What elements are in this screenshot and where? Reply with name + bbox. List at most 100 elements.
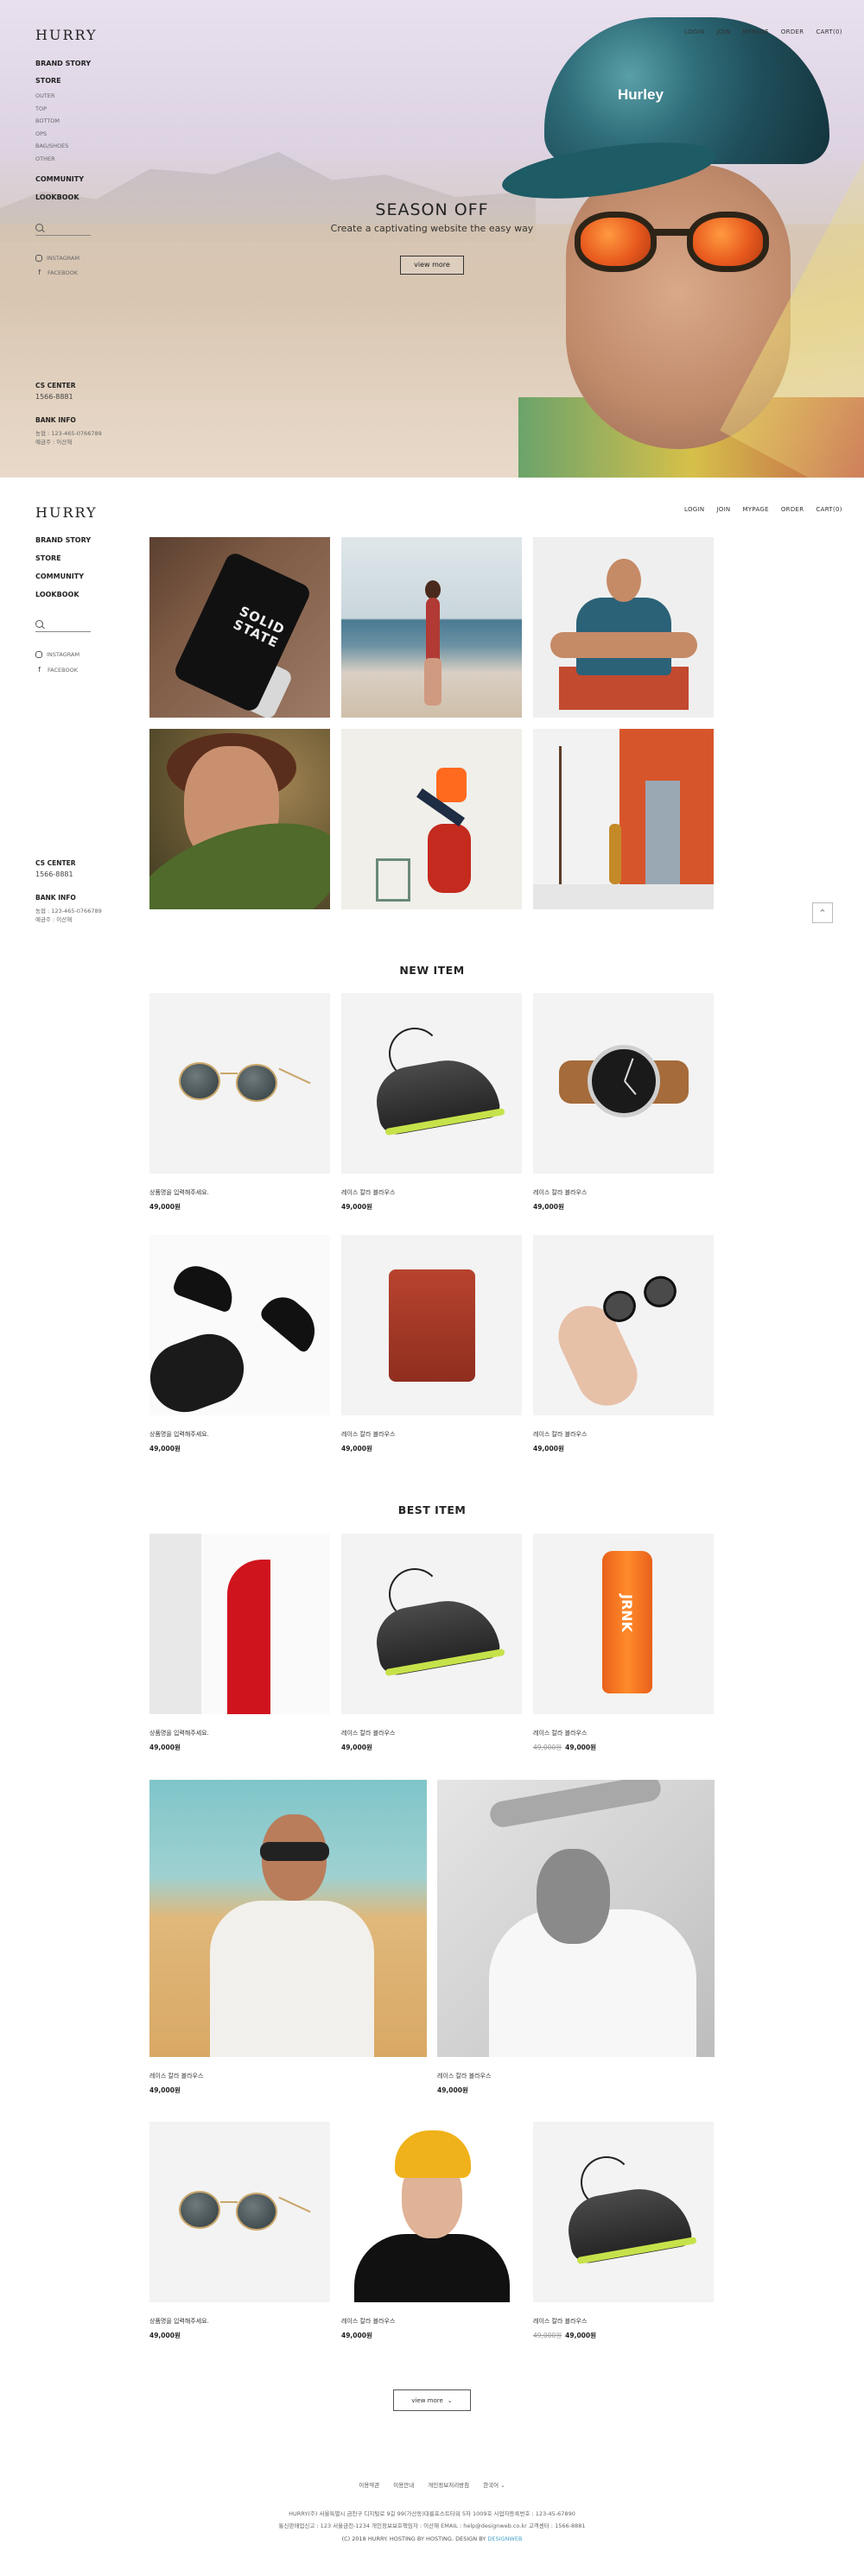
phone-text: SOLID STATE (231, 603, 288, 651)
product-card[interactable]: 레이스 칼라 블라우스 49,000원 (533, 993, 714, 1212)
footer-company-info-2: 통신판매업신고 : 123 서울금천-1234 개인정보보호책임자 : 이산해 … (278, 2522, 586, 2529)
product-image-red-shirt (149, 1534, 330, 1714)
product-price: 49,000원 (149, 1744, 181, 1751)
product-price: 49,000원 (533, 1445, 564, 1453)
facebook-link-2[interactable]: f FACEBOOK (35, 666, 78, 674)
sidebar-item-community[interactable]: COMMUNITY (35, 175, 84, 183)
product-card[interactable]: 레이스 칼라 블라우스 49,000원 49,000원 (533, 2122, 714, 2340)
sidebar-sub-other[interactable]: OTHER (35, 155, 55, 162)
sidebar-sub-top[interactable]: TOP (35, 105, 47, 112)
footer-language-select[interactable]: 한국어 ⌄ (483, 2482, 505, 2489)
glasses-temple (278, 1067, 311, 1085)
nav-order-2[interactable]: ORDER (781, 506, 804, 513)
hero-model: Hurley (484, 17, 864, 478)
nav-join-2[interactable]: JOIN (716, 506, 730, 513)
product-card-large[interactable]: 레이스 칼라 블라우스 49,000원 (437, 1780, 715, 2095)
nav-cart[interactable]: CART(0) (816, 28, 842, 35)
product-card-large[interactable]: 레이스 칼라 블라우스 49,000원 (149, 1780, 427, 2095)
sidebar-sub-ops[interactable]: OPS (35, 130, 47, 137)
logo[interactable]: HURRY (35, 27, 98, 43)
model-arm (487, 1780, 664, 1830)
watch-hand (624, 1058, 634, 1082)
nav-mypage-2[interactable]: MYPAGE (742, 506, 768, 513)
hero-title: SEASON OFF (375, 200, 489, 219)
model-legs (149, 1324, 254, 1415)
best-item-title: BEST ITEM (397, 1503, 467, 1516)
product-image-sneaker (341, 1534, 522, 1714)
yellow-beanie (395, 2130, 471, 2178)
product-price: 49,000원 (341, 1445, 372, 1453)
product-card[interactable]: 상품명을 입력해주세요. 49,000원 (149, 993, 330, 1212)
product-card[interactable]: 상품명을 입력해주세요. 49,000원 (149, 1534, 330, 1752)
nav-login-2[interactable]: LOGIN (684, 506, 704, 513)
sidebar2-item-community[interactable]: COMMUNITY (35, 573, 84, 580)
nav-mypage[interactable]: MYPAGE (742, 28, 768, 35)
sidebar-item-lookbook[interactable]: LOOKBOOK (35, 193, 79, 201)
sidebar2-item-lookbook[interactable]: LOOKBOOK (35, 591, 79, 598)
search-input[interactable] (35, 235, 91, 236)
product-card[interactable]: 레이스 칼라 블라우스 49,000원 (533, 1235, 714, 1453)
sidebar-sub-outer[interactable]: OUTER (35, 92, 54, 99)
product-name: 상품명을 입력해주세요. (149, 2318, 209, 2325)
product-name: 레이스 칼라 블라우스 (341, 1730, 396, 1737)
hero-view-more-button[interactable]: view more (400, 256, 464, 275)
sidebar-item-store[interactable]: STORE (35, 77, 61, 85)
product-card[interactable]: JRNK 레이스 칼라 블라우스 49,000원 49,000원 (533, 1534, 714, 1752)
logo-2[interactable]: HURRY (35, 504, 98, 521)
gallery-tile-street[interactable] (533, 729, 714, 909)
glasses-bridge (220, 2201, 238, 2203)
product-card[interactable]: 레이스 칼라 블라우스 49,000원 (341, 993, 522, 1212)
search-icon[interactable] (35, 224, 43, 231)
sunglass-lens-right (687, 212, 769, 272)
footer-link-privacy[interactable]: 개인정보처리방침 (428, 2482, 469, 2489)
product-image-juice: JRNK (533, 1534, 714, 1714)
bottle-label: JRNK (619, 1594, 635, 1633)
phone: SOLID STATE (172, 550, 313, 714)
instagram-link[interactable]: INSTAGRAM (35, 255, 79, 262)
instagram-link-2[interactable]: INSTAGRAM (35, 651, 79, 658)
product-name: 레이스 칼라 블라우스 (533, 1730, 588, 1737)
product-image-sunglasses (149, 993, 330, 1174)
sidebar-sub-bag-shoes[interactable]: BAG/SHOES (35, 142, 68, 149)
view-more-button[interactable]: view more ⌄ (393, 2389, 471, 2411)
nav-cart-2[interactable]: CART(0) (816, 506, 842, 513)
lens-left (179, 1062, 220, 1100)
product-price: 49,000원 (341, 1744, 372, 1751)
gallery-tile-woman-leaf[interactable] (149, 729, 330, 909)
sidebar2-item-store[interactable]: STORE (35, 554, 61, 562)
product-card[interactable]: 레이스 칼라 블라우스 49,000원 (341, 1235, 522, 1453)
product-price: 49,000원 (341, 2332, 372, 2339)
footer-link-guide[interactable]: 이용안내 (393, 2482, 414, 2489)
gallery-tile-beach[interactable] (341, 537, 522, 718)
door (645, 781, 680, 884)
sidebar-item-brand-story[interactable]: BRAND STORY (35, 60, 91, 67)
watch-face (588, 1045, 660, 1117)
product-card[interactable]: 레이스 칼라 블라우스 49,000원 (341, 1534, 522, 1752)
gallery-tile-suitcase[interactable] (341, 729, 522, 909)
product-price: 49,000원 (437, 2086, 468, 2094)
gallery-tile-man-chair[interactable] (533, 537, 714, 718)
sidebar2-item-brand-story[interactable]: BRAND STORY (35, 536, 91, 544)
sidebar-sub-bottom[interactable]: BOTTOM (35, 117, 60, 124)
designer-link[interactable]: DESIGNWEB (487, 2535, 522, 2542)
walking-model (609, 824, 621, 884)
product-card[interactable]: 레이스 칼라 블라우스 49,000원 (341, 2122, 522, 2340)
nav-join[interactable]: JOIN (716, 28, 730, 35)
search-icon-2[interactable] (35, 620, 43, 628)
product-price: 49,000원 (149, 1445, 181, 1453)
product-card[interactable]: 상품명을 입력해주세요. 49,000원 (149, 1235, 330, 1453)
model-top (436, 768, 467, 802)
facebook-link[interactable]: f FACEBOOK (35, 269, 78, 276)
search-input-2[interactable] (35, 631, 91, 632)
nav-order[interactable]: ORDER (781, 28, 804, 35)
scroll-to-top-button[interactable]: ⌃ (812, 902, 833, 923)
red-suitcase (428, 824, 471, 893)
product-name: 레이스 칼라 블라우스 (533, 1189, 588, 1196)
nav-login[interactable]: LOGIN (684, 28, 704, 35)
footer-copyright: (C) 2018 HURRY. HOSTING BY HOSTING. DESI… (0, 2535, 864, 2542)
product-card[interactable]: 상품명을 입력해주세요. 49,000원 (149, 2122, 330, 2340)
gallery-tile-phone[interactable]: SOLID STATE (149, 537, 330, 718)
instagram-label: INSTAGRAM (47, 651, 80, 658)
watch-hand (624, 1080, 637, 1095)
footer-link-terms[interactable]: 이용약관 (359, 2482, 379, 2489)
